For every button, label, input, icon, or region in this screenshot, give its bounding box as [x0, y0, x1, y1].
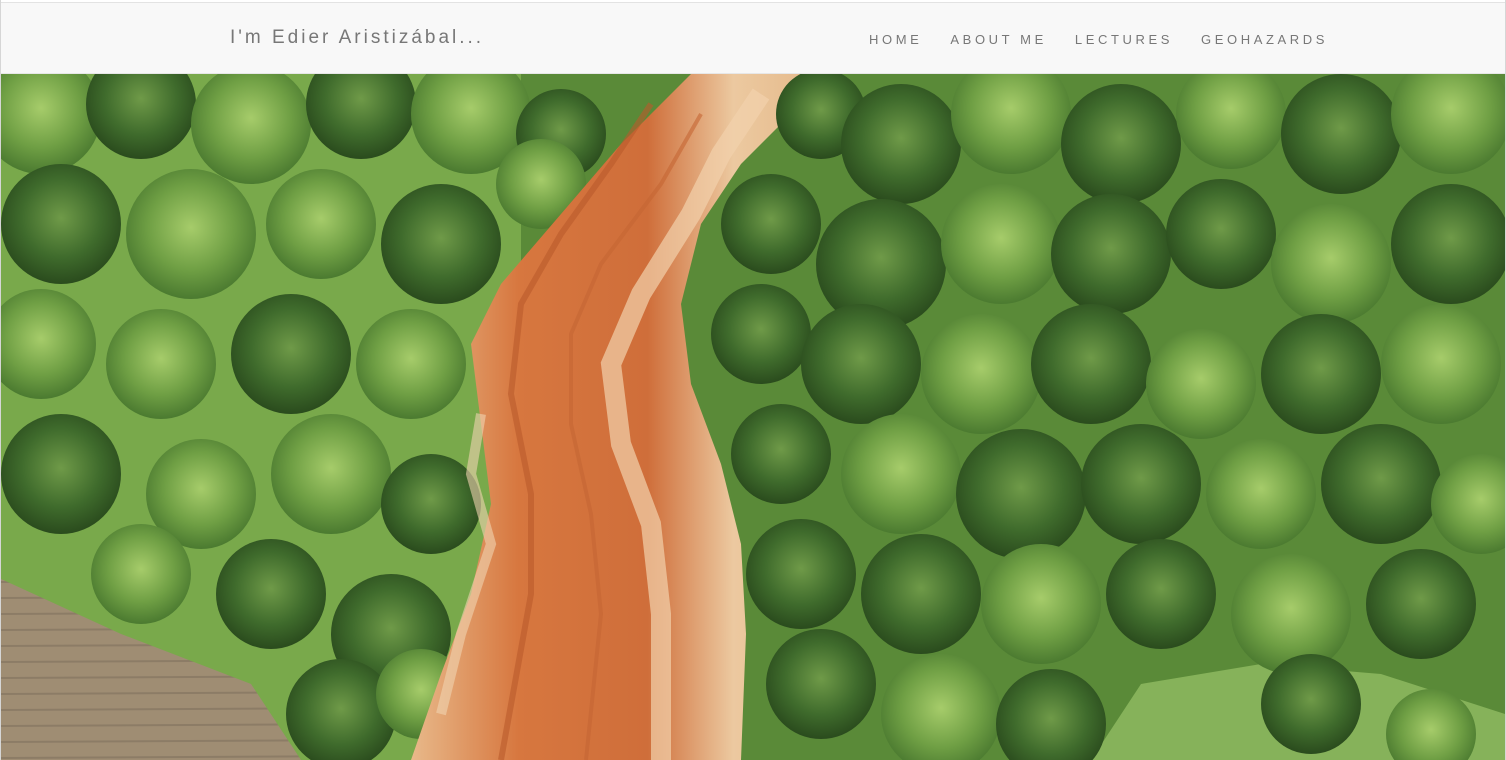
nav-home-link[interactable]: HOME — [869, 32, 922, 47]
aerial-landslide-illustration — [1, 74, 1505, 760]
nav-lectures-link[interactable]: LECTURES — [1075, 32, 1173, 47]
top-navbar: I'm Edier Aristizábal... HOME ABOUT ME L… — [1, 2, 1505, 74]
brand-link[interactable]: I'm Edier Aristizábal... — [230, 27, 484, 49]
nav-about-me-link[interactable]: ABOUT ME — [950, 32, 1046, 47]
nav-menu: HOME ABOUT ME LECTURES GEOHAZARDS — [869, 32, 1356, 47]
nav-geohazards-link[interactable]: GEOHAZARDS — [1201, 32, 1328, 47]
page: I'm Edier Aristizábal... HOME ABOUT ME L… — [0, 0, 1506, 760]
hero-image — [1, 74, 1505, 760]
